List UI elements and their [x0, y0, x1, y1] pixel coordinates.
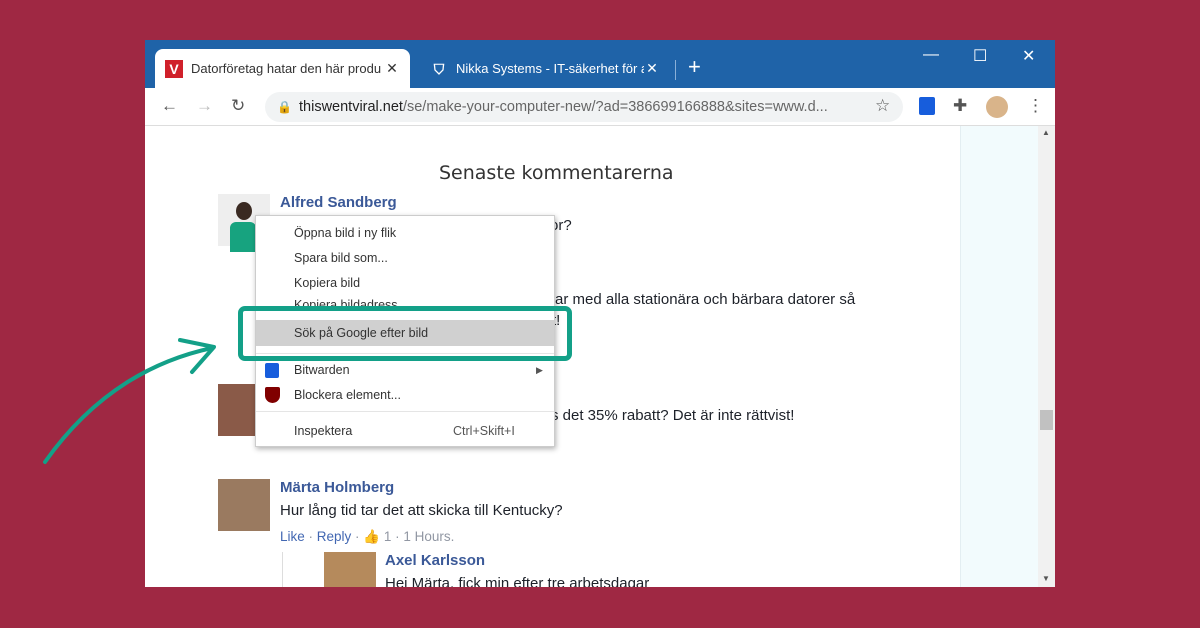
annotation-arrow-icon [43, 338, 216, 464]
